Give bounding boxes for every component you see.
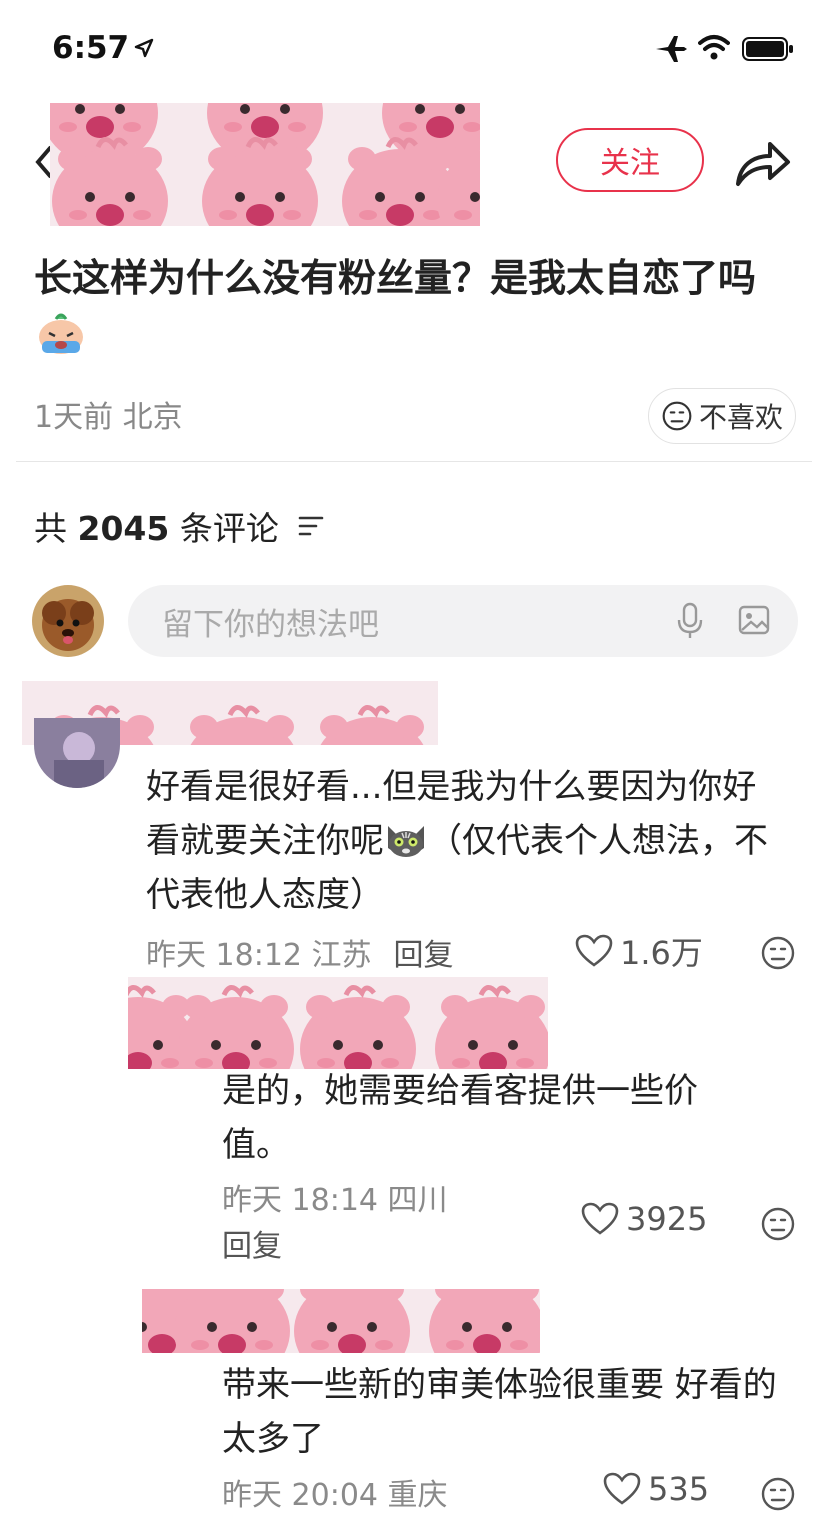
replier-cover-image <box>128 977 548 1069</box>
like-count: 535 <box>648 1470 710 1508</box>
dislike-button[interactable]: 不喜欢 <box>648 388 796 444</box>
heart-icon <box>581 1202 619 1235</box>
cat-face-emoji <box>388 826 424 857</box>
commenter-avatar[interactable] <box>34 718 120 788</box>
like-count: 3925 <box>626 1200 708 1238</box>
comment-text: 好看是很好看...但是我为什么要因为你好看就要关注你呢 （仅代表个人想法，不代表… <box>146 760 786 922</box>
microphone-icon[interactable] <box>676 602 704 640</box>
comments-count-number: 2045 <box>77 509 170 548</box>
heart-icon <box>575 934 613 967</box>
like-button[interactable]: 1.6万 <box>574 928 703 974</box>
replier-cover-image <box>142 1289 540 1353</box>
comment-text: 是的，她需要给看客提供一些价值。 <box>222 1071 698 1165</box>
wifi-icon <box>698 35 730 60</box>
comment-meta: 昨天 20:04 重庆 <box>222 1478 448 1513</box>
meh-face-icon <box>662 401 692 431</box>
status-time: 6:57 <box>52 30 130 66</box>
follow-button[interactable]: 关注 <box>556 128 704 192</box>
author-cover-image[interactable] <box>50 103 480 226</box>
share-icon[interactable] <box>734 136 792 188</box>
reply-button[interactable]: 回复 <box>394 938 454 973</box>
meh-face-icon[interactable] <box>760 1476 796 1512</box>
like-button[interactable]: 3925 <box>580 1200 707 1238</box>
like-button[interactable]: 535 <box>602 1470 709 1508</box>
meh-face-icon[interactable] <box>760 1206 796 1242</box>
reply-button[interactable]: 回复 <box>222 1224 448 1270</box>
post-title: 长这样为什么没有粉丝量？是我太自恋了吗 <box>34 250 804 362</box>
comments-count: 共 2045 条评论 <box>34 502 279 550</box>
battery-icon <box>742 37 793 61</box>
dislike-label: 不喜欢 <box>698 401 783 434</box>
comment-text: 带来一些新的审美体验很重要 好看的太多了 <box>222 1365 777 1459</box>
avatar[interactable] <box>32 585 104 657</box>
crying-face-emoji <box>39 313 83 354</box>
image-icon[interactable] <box>738 604 770 636</box>
like-count: 1.6万 <box>620 934 703 972</box>
comment-input-placeholder: 留下你的想法吧 <box>162 606 379 643</box>
post-meta: 1天前 北京 <box>34 400 183 435</box>
location-arrow-icon <box>134 38 154 58</box>
comment-meta: 昨天 18:14 四川 回复 <box>222 1178 448 1270</box>
airplane-icon <box>656 36 687 62</box>
meh-face-icon[interactable] <box>760 935 796 971</box>
comment-time-location: 昨天 18:12 江苏 <box>146 938 372 973</box>
post-title-text: 长这样为什么没有粉丝量？是我太自恋了吗 <box>34 256 757 300</box>
comment-time-location: 昨天 18:14 四川 <box>222 1183 448 1218</box>
sort-icon[interactable] <box>298 514 324 538</box>
heart-icon <box>603 1472 641 1505</box>
comments-count-suffix: 条评论 <box>179 509 279 548</box>
divider <box>16 461 812 462</box>
comments-count-prefix: 共 <box>34 509 67 548</box>
comment-meta: 昨天 18:12 江苏 回复 <box>146 930 454 974</box>
